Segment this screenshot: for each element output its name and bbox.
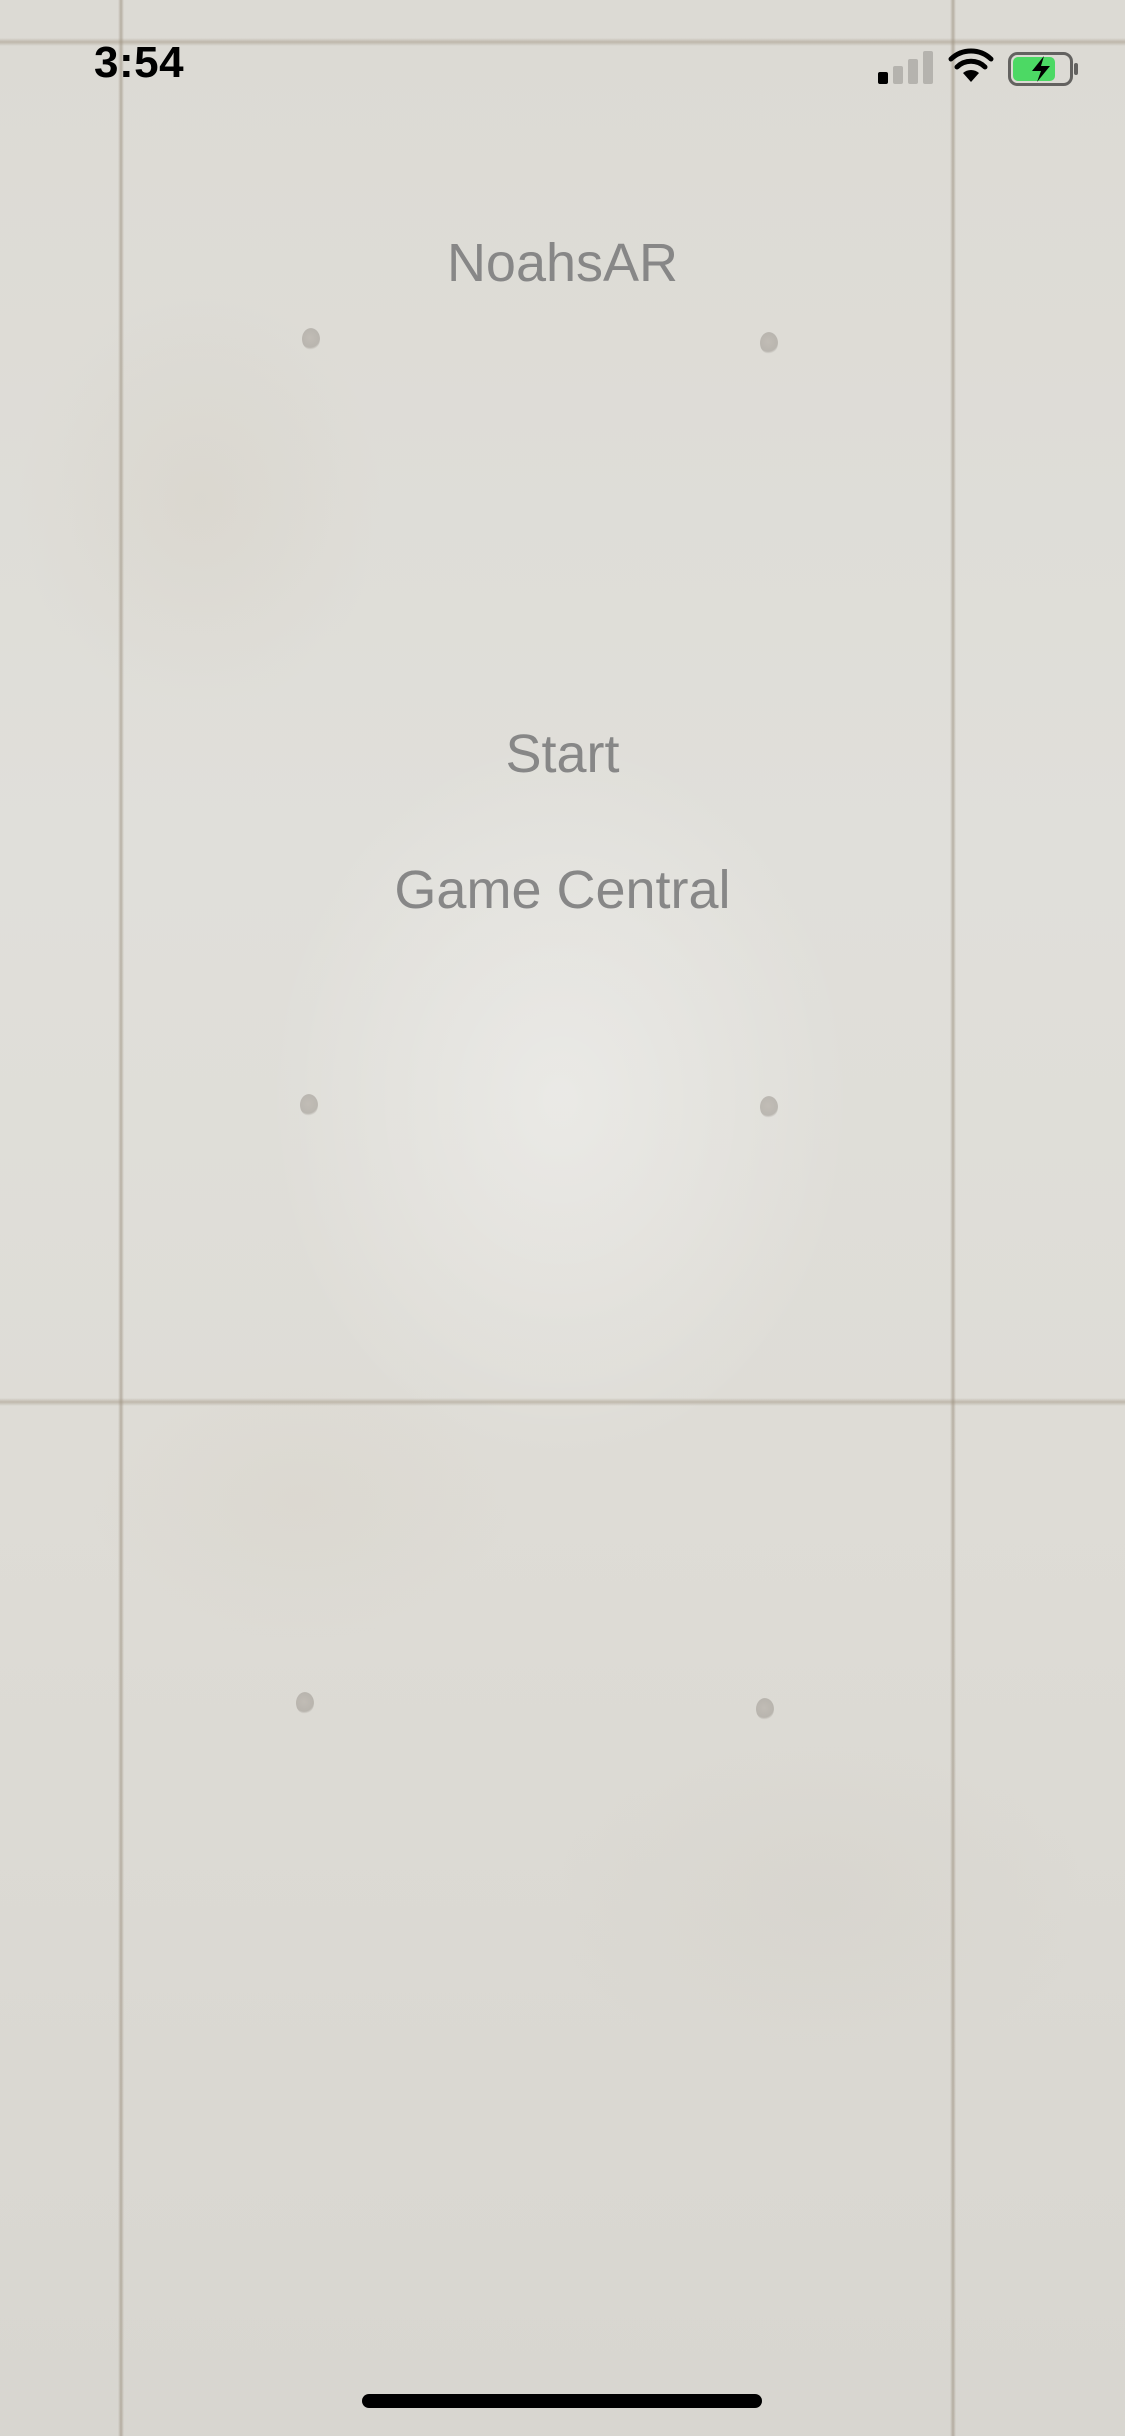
wifi-icon [948,48,994,82]
game-central-button[interactable]: Game Central [0,858,1125,922]
home-indicator[interactable] [362,2394,762,2408]
wall-seam [118,0,124,2436]
start-button[interactable]: Start [0,722,1125,786]
wall-tie-hole [760,332,778,354]
wall-tie-hole [300,1094,318,1116]
app-screen: 3:54 NoahsAR Start Game Central [0,0,1125,2436]
status-bar: 3:54 [0,0,1125,132]
battery-charging-icon [1008,52,1078,86]
app-title: NoahsAR [446,233,679,293]
cellular-signal-icon [878,50,934,84]
wall-seam [0,1398,1125,1406]
wall-seam [950,0,956,2436]
status-time: 3:54 [94,38,185,87]
wall-tie-hole [296,1692,314,1714]
wall-tie-hole [756,1698,774,1720]
wall-tie-hole [302,328,320,350]
wall-tie-hole [760,1096,778,1118]
